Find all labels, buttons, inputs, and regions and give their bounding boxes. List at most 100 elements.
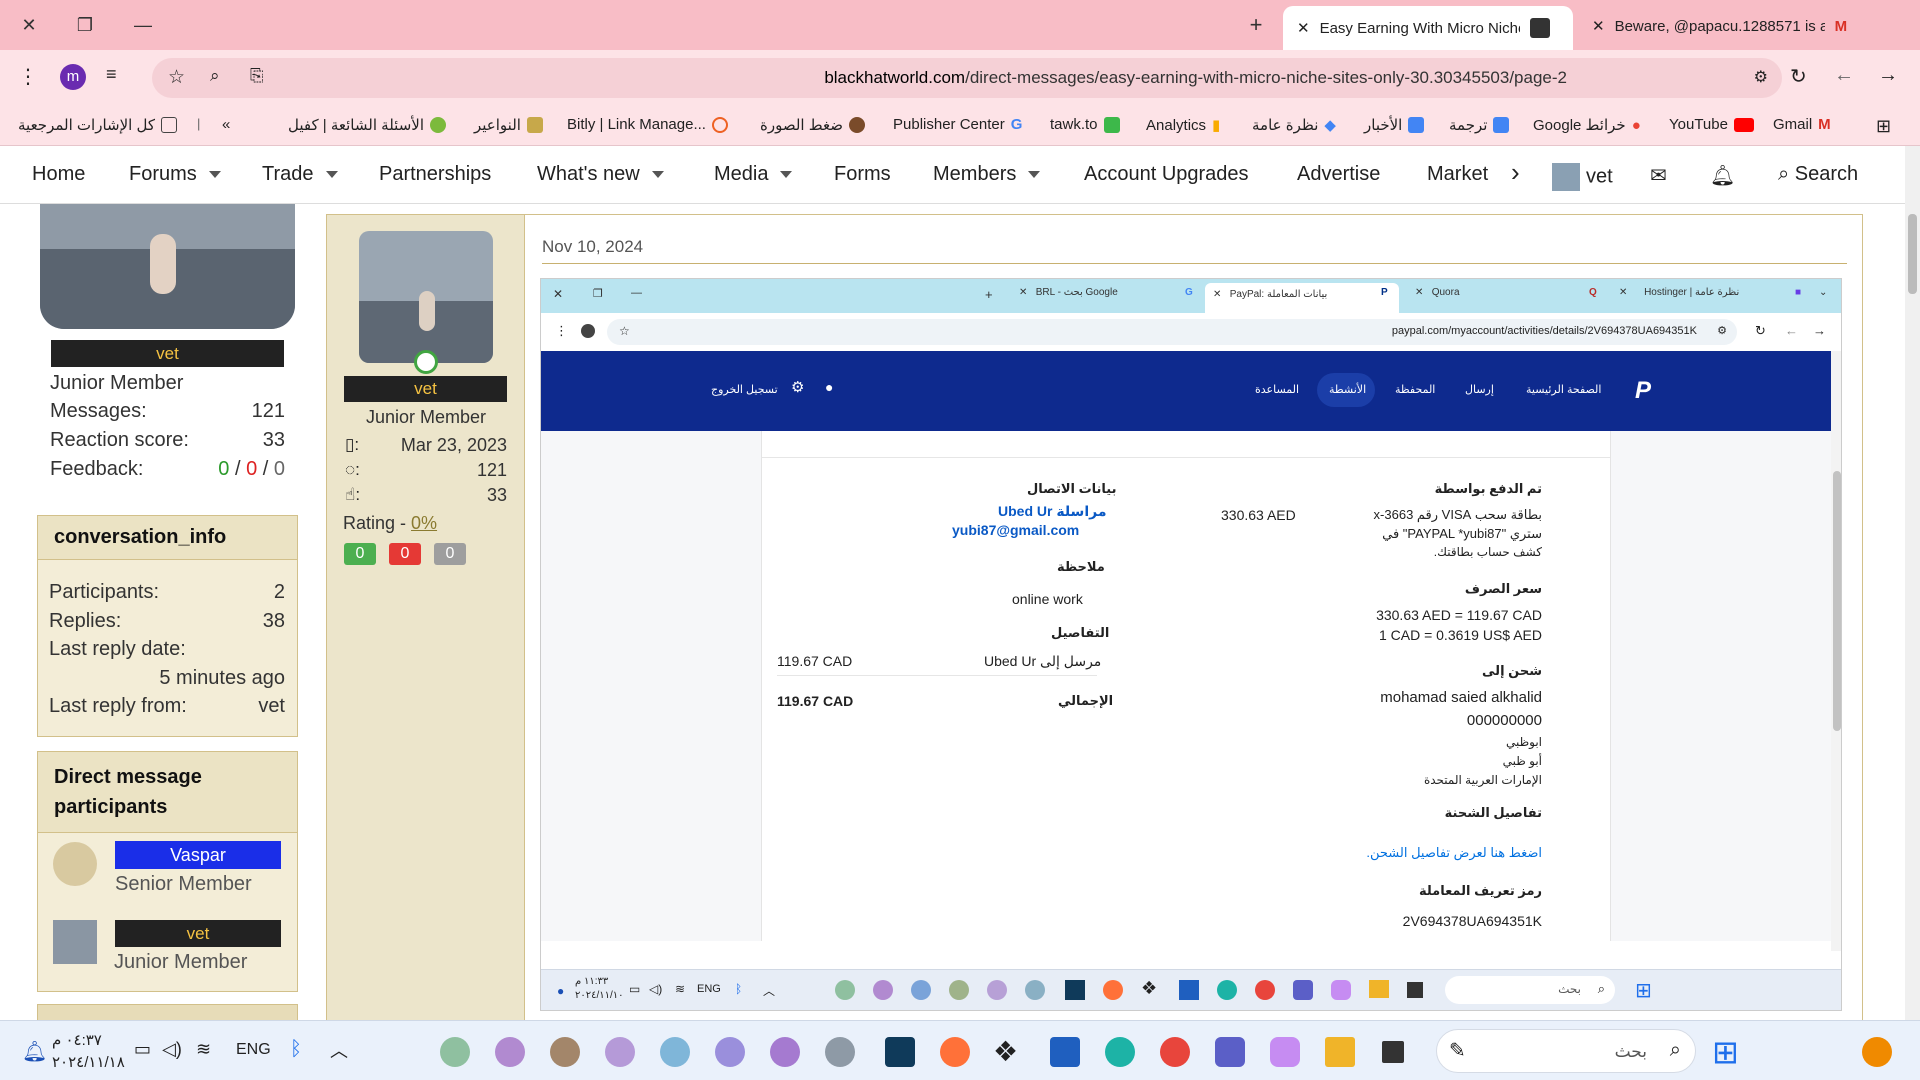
install-app-icon[interactable]: ⎘ (250, 66, 264, 86)
rating-positive-badge[interactable]: 0 (344, 543, 376, 565)
chrome-icon[interactable] (1160, 1037, 1190, 1067)
omnibox[interactable]: ☆ ⌕ ⎘ blackhatworld.com/direct-messages/… (152, 58, 1782, 98)
media-control-icon[interactable]: ≡ (106, 64, 117, 85)
dropbox-icon[interactable]: ❖ (993, 1035, 1018, 1068)
forward-icon[interactable]: → (1878, 64, 1898, 87)
star-icon[interactable]: ☆ (168, 66, 185, 89)
bookmark-item[interactable]: النواعير (474, 116, 543, 134)
tab-inactive[interactable]: ✕ Beware, @papacu.1288571 is a M (1578, 6, 1908, 46)
page-scrollbar[interactable] (1905, 146, 1920, 1020)
post-date[interactable]: Nov 10, 2024 (542, 237, 643, 257)
chrome-profile-icon[interactable] (825, 1037, 855, 1067)
chevron-down-icon[interactable] (208, 171, 221, 179)
chrome-profile-icon[interactable] (495, 1037, 525, 1067)
rating-negative-badge[interactable]: 0 (389, 543, 421, 565)
rating-value[interactable]: 0% (411, 513, 437, 533)
bookmark-item[interactable]: نظرة عامة ◆ (1252, 116, 1336, 134)
chrome-profile-icon[interactable] (550, 1037, 580, 1067)
rating-neutral-badge[interactable]: 0 (434, 543, 466, 565)
menu-dots-icon[interactable]: ⋮ (18, 64, 38, 89)
bookmark-item[interactable]: Google خرائط ● (1533, 116, 1641, 135)
bookmark-item[interactable]: ترجمة (1449, 116, 1510, 134)
chevron-down-icon[interactable] (780, 171, 793, 179)
author-avatar[interactable] (359, 231, 493, 363)
clock-date[interactable]: ٢٠٢٤/١١/١٨ (52, 1053, 125, 1071)
restore-window-icon[interactable]: ❐ (72, 12, 98, 38)
windows-start-icon[interactable]: ⊞ (1712, 1033, 1739, 1071)
nav-market[interactable]: Market (1427, 163, 1499, 186)
chrome-profile-icon[interactable] (440, 1037, 470, 1067)
nav-home[interactable]: Home (32, 163, 85, 186)
attached-screenshot[interactable]: ✕ ❐ — + ✕ BRL - بحث Google G ✕ PayPal: ب… (540, 278, 1842, 1011)
bookmark-item[interactable]: الأخبار (1364, 116, 1425, 134)
profile-avatar[interactable]: m (60, 64, 86, 90)
bluetooth-icon[interactable]: ᛒ (290, 1038, 302, 1061)
battery-icon[interactable]: ▭ (134, 1039, 151, 1060)
nav-advertise[interactable]: Advertise (1297, 163, 1380, 186)
reload-icon[interactable]: ↻ (1790, 64, 1807, 89)
close-tab-icon[interactable]: ✕ (1297, 19, 1310, 37)
scrollbar-thumb[interactable] (1908, 214, 1917, 294)
bookmark-item[interactable]: Publisher Center G (893, 116, 1022, 133)
url-text[interactable]: blackhatworld.com/direct-messages/easy-e… (824, 68, 1567, 88)
taskbar-search[interactable]: ✎ بحث ⌕ (1436, 1029, 1696, 1073)
nav-user[interactable]: vet (1552, 163, 1613, 191)
bookmark-item[interactable]: Gmail M (1773, 116, 1831, 133)
app-icon[interactable] (885, 1037, 915, 1067)
search-button[interactable]: ⌕ Search (1778, 163, 1858, 186)
bookmark-all[interactable]: كل الإشارات المرجعية (18, 116, 177, 134)
bookmark-item[interactable]: tawk.to (1050, 116, 1120, 133)
tab-active[interactable]: ✕ Easy Earning With Micro Niche (1283, 6, 1573, 50)
bookmark-item[interactable]: Bitly | Link Manage... (567, 116, 728, 133)
app-icon[interactable] (1382, 1041, 1404, 1063)
bookmarks-overflow-icon[interactable]: « (222, 116, 230, 133)
chrome-profile-icon[interactable] (715, 1037, 745, 1067)
nav-forms[interactable]: Forms (834, 163, 891, 186)
chevron-up-icon[interactable]: ︿ (330, 1037, 348, 1063)
bookmark-item[interactable]: YouTube (1669, 116, 1754, 133)
bookmark-item[interactable]: Analytics ▮ (1146, 116, 1220, 135)
copilot-icon[interactable] (1270, 1037, 1300, 1067)
new-tab-icon[interactable]: + (1243, 12, 1269, 38)
minimize-window-icon[interactable]: — (130, 12, 156, 38)
nav-trade[interactable]: Trade (262, 163, 338, 186)
widgets-icon[interactable] (1862, 1037, 1892, 1067)
avatar[interactable] (53, 842, 97, 886)
close-window-icon[interactable]: ✕ (16, 12, 42, 38)
input-language[interactable]: ENG (236, 1041, 271, 1059)
edge-icon[interactable] (1105, 1037, 1135, 1067)
nav-members[interactable]: Members (933, 163, 1041, 186)
chevron-down-icon[interactable] (651, 171, 664, 179)
chevron-right-icon[interactable]: › (1511, 157, 1520, 188)
bell-icon[interactable]: 🔔︎ (1710, 163, 1735, 188)
bookmark-item[interactable]: الأسئلة الشائعة | كفيل (288, 116, 446, 134)
participant-badge[interactable]: Vaspar (115, 841, 281, 869)
store-icon[interactable] (1050, 1037, 1080, 1067)
notification-bell-icon[interactable]: 🔔︎ (22, 1039, 47, 1064)
nav-whats-new[interactable]: What's new (537, 163, 664, 186)
teams-icon[interactable] (1215, 1037, 1245, 1067)
back-icon[interactable]: ← (1834, 64, 1854, 87)
nav-media[interactable]: Media (714, 163, 793, 186)
last-from-value[interactable]: vet (188, 695, 285, 718)
volume-icon[interactable]: ◁) (162, 1039, 182, 1060)
zoom-icon[interactable]: ⌕ (210, 66, 220, 86)
chevron-down-icon[interactable] (325, 171, 338, 179)
chrome-profile-icon[interactable] (770, 1037, 800, 1067)
clock-time[interactable]: ٠٤:٣٧ م (52, 1031, 102, 1049)
bookmark-item[interactable]: ضغط الصورة (760, 116, 865, 134)
nav-partnerships[interactable]: Partnerships (379, 163, 491, 186)
participant-badge[interactable]: vet (115, 920, 281, 947)
mail-icon[interactable]: ✉ (1650, 163, 1667, 188)
firefox-icon[interactable] (940, 1037, 970, 1067)
chrome-profile-icon[interactable] (660, 1037, 690, 1067)
site-settings-icon[interactable]: ⚙ (1754, 67, 1768, 87)
apps-grid-icon[interactable]: ⊞ (1876, 116, 1891, 137)
close-tab-icon[interactable]: ✕ (1592, 17, 1605, 35)
nav-forums[interactable]: Forums (129, 163, 221, 186)
chevron-down-icon[interactable] (1028, 171, 1041, 179)
wifi-icon[interactable]: ≋ (196, 1039, 211, 1060)
nav-account-upgrades[interactable]: Account Upgrades (1084, 163, 1249, 186)
avatar[interactable] (53, 920, 97, 964)
file-explorer-icon[interactable] (1325, 1037, 1355, 1067)
